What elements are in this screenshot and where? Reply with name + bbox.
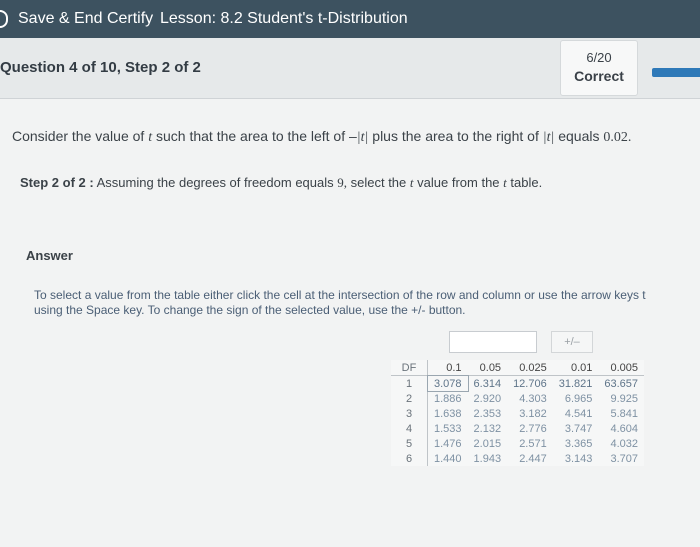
t-table-cell[interactable]: 2.132 — [468, 421, 508, 436]
progress-bar — [652, 68, 700, 77]
question-text-part: Consider the value of — [12, 128, 145, 144]
t-table-row: 4 1.533 2.132 2.776 3.747 4.604 — [391, 421, 644, 436]
t-table-cell[interactable]: 3.707 — [598, 451, 644, 466]
instructions-line: using the Space key. To change the sign … — [34, 303, 466, 317]
t-table-cell[interactable]: 31.821 — [553, 376, 599, 392]
t-table-header-alpha: 0.005 — [598, 360, 645, 376]
t-table-cell[interactable]: 3.365 — [553, 436, 599, 451]
question-text-part: equals — [558, 128, 600, 144]
instructions-line: To select a value from the table either … — [34, 288, 646, 302]
t-table-row: 5 1.476 2.015 2.571 3.365 4.032 — [391, 436, 644, 451]
t-table-cell[interactable]: 3.078 — [426, 374, 469, 392]
save-and-end-label: Save & End Certify — [18, 10, 154, 27]
t-table-cell[interactable]: 1.476 — [428, 436, 468, 451]
area-value: 0.02. — [603, 130, 632, 145]
t-table-cell[interactable]: 4.604 — [598, 421, 644, 436]
t-table-header-row: DF 0.1 0.05 0.025 0.01 0.005 — [391, 360, 645, 376]
t-table-cell[interactable]: 6.314 — [468, 376, 508, 392]
t-variable: t — [409, 175, 414, 190]
t-table-header-alpha: 0.01 — [552, 360, 599, 376]
plus-minus-button[interactable]: +/– — [551, 331, 593, 353]
step-instruction: Step 2 of 2 : Assuming the degrees of fr… — [20, 175, 542, 191]
t-table-df-cell: 6 — [391, 451, 428, 466]
t-table-cell[interactable]: 3.182 — [507, 406, 553, 421]
t-table-row: 3 1.638 2.353 3.182 4.541 5.841 — [391, 406, 644, 421]
score-value: 6/20 — [586, 50, 612, 65]
t-table-cell[interactable]: 5.841 — [598, 406, 644, 421]
abs-t-variable: |t| — [542, 130, 555, 145]
step-text: Assuming the degrees of freedom equals — [96, 175, 334, 190]
t-table-cell[interactable]: 9.925 — [598, 391, 644, 406]
t-table-cell[interactable]: 4.303 — [507, 391, 553, 406]
t-table-header-alpha: 0.1 — [427, 360, 468, 376]
t-table-row: 6 1.440 1.943 2.447 3.143 3.707 — [391, 451, 644, 466]
step-text: value from the — [417, 175, 500, 190]
step-label: Step 2 of 2 : — [20, 175, 94, 190]
step-text: table. — [510, 175, 543, 190]
t-table-cell[interactable]: 2.776 — [507, 421, 553, 436]
lesson-title: Lesson: 8.2 Student's t-Distribution — [160, 10, 408, 27]
t-table-df-cell: 2 — [391, 391, 428, 406]
top-bar: Save & End Certify Lesson: 8.2 Student's… — [0, 0, 700, 38]
t-table-cell[interactable]: 6.965 — [553, 391, 599, 406]
t-table-df-cell: 5 — [391, 436, 428, 451]
t-table-cell[interactable]: 4.541 — [553, 406, 599, 421]
power-icon — [0, 10, 8, 28]
t-table-cell[interactable]: 2.920 — [468, 391, 508, 406]
degrees-of-freedom-value: 9, — [337, 175, 347, 190]
question-text-part: plus the area to the right of — [372, 128, 539, 144]
t-table-cell[interactable]: 1.943 — [468, 451, 508, 466]
t-table-cell[interactable]: 2.571 — [507, 436, 553, 451]
t-table-cell[interactable]: 2.447 — [507, 451, 553, 466]
t-variable: t — [148, 130, 153, 145]
question-text-part: such that the area to the left of – — [155, 128, 357, 144]
question-text: Consider the value of t such that the ar… — [12, 128, 631, 146]
step-text: select the — [350, 175, 407, 190]
t-table-cell[interactable]: 2.015 — [468, 436, 508, 451]
abs-t-variable: |t| — [356, 130, 369, 145]
t-table-row: 2 1.886 2.920 4.303 6.965 9.925 — [391, 391, 644, 406]
t-table-header-df: DF — [391, 360, 428, 376]
t-table-cell[interactable]: 12.706 — [507, 376, 553, 392]
t-table-df-cell: 4 — [391, 421, 428, 436]
answer-heading: Answer — [26, 248, 73, 263]
score-status: Correct — [574, 68, 624, 84]
t-table-cell[interactable]: 3.747 — [553, 421, 599, 436]
t-table-cell[interactable]: 1.886 — [428, 391, 468, 406]
t-table: DF 0.1 0.05 0.025 0.01 0.005 1 3.078 6.3… — [391, 360, 645, 466]
t-table-df-cell: 3 — [391, 406, 428, 421]
t-table-header-alpha: 0.05 — [467, 360, 508, 376]
answer-instructions: To select a value from the table either … — [34, 288, 700, 318]
t-table-row: 1 3.078 6.314 12.706 31.821 63.657 — [391, 374, 644, 392]
t-table-cell[interactable]: 3.143 — [553, 451, 599, 466]
t-table-header-alpha: 0.025 — [507, 360, 553, 376]
t-table-cell[interactable]: 1.533 — [428, 421, 468, 436]
t-table-cell[interactable]: 1.440 — [428, 451, 468, 466]
t-variable: t — [503, 175, 507, 190]
t-table-df-cell: 1 — [391, 375, 428, 391]
question-progress-title: Question 4 of 10, Step 2 of 2 — [0, 59, 201, 76]
score-box: 6/20 Correct — [560, 40, 638, 96]
t-table-cell[interactable]: 2.353 — [468, 406, 508, 421]
t-table-cell[interactable]: 4.032 — [598, 436, 644, 451]
save-and-end-button[interactable]: Save & End Certify — [0, 0, 153, 38]
t-table-cell[interactable]: 1.638 — [428, 406, 468, 421]
answer-input[interactable] — [449, 331, 537, 353]
t-table-cell[interactable]: 63.657 — [598, 376, 644, 392]
